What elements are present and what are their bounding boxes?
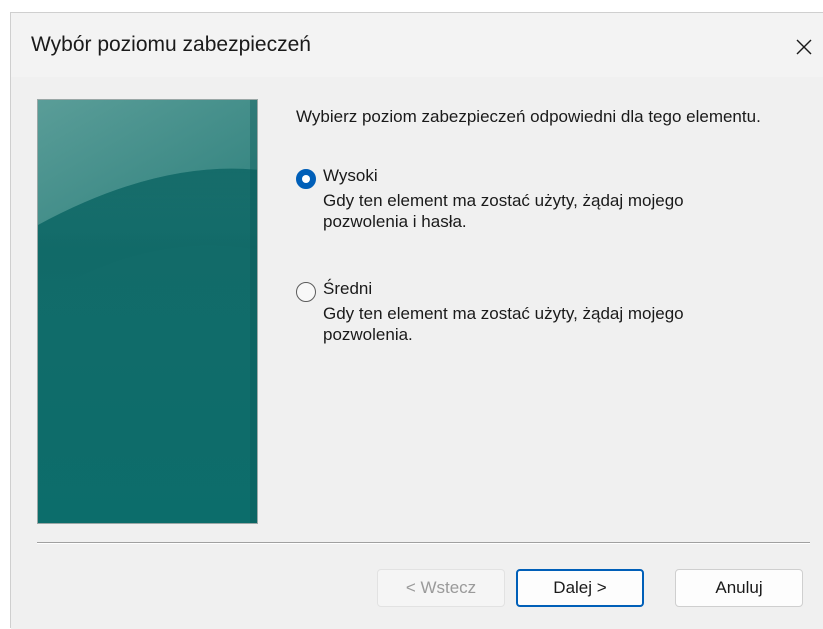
dialog-body: Wybierz poziom zabezpieczeń odpowiedni d… xyxy=(11,77,823,629)
option-high-description: Gdy ten element ma zostać użyty, żądaj m… xyxy=(323,191,684,231)
close-icon xyxy=(796,39,812,55)
option-medium-label[interactable]: Średni xyxy=(323,279,372,299)
radio-high-selected[interactable] xyxy=(296,169,316,189)
dialog-title: Wybór poziomu zabezpieczeń xyxy=(31,33,311,56)
security-level-dialog: Wybór poziomu zabezpieczeń Wybierz pozio… xyxy=(10,12,823,629)
option-medium-description: Gdy ten element ma zostać użyty, żądaj m… xyxy=(323,304,684,344)
title-bar: Wybór poziomu zabezpieczeń xyxy=(11,13,823,77)
button-separator xyxy=(37,542,810,544)
close-button[interactable] xyxy=(784,27,823,67)
radio-medium[interactable] xyxy=(296,282,316,302)
back-button[interactable]: < Wstecz xyxy=(377,569,505,607)
next-button[interactable]: Dalej > xyxy=(516,569,644,607)
cancel-button[interactable]: Anuluj xyxy=(675,569,803,607)
option-high-label[interactable]: Wysoki xyxy=(323,166,378,186)
wizard-side-image xyxy=(37,99,258,524)
security-prompt-text: Wybierz poziom zabezpieczeń odpowiedni d… xyxy=(296,107,761,126)
